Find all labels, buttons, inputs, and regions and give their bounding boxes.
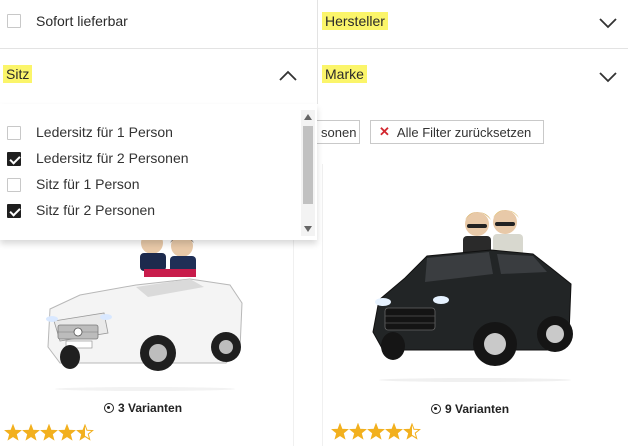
scroll-down-arrow-icon[interactable] — [304, 226, 312, 232]
sitz-option-label: Ledersitz für 1 Person — [36, 124, 173, 140]
filter-hersteller[interactable]: Hersteller — [318, 0, 628, 48]
variants-count[interactable]: 9 Varianten — [431, 402, 509, 416]
variants-label: 3 Varianten — [118, 401, 183, 415]
star-icon — [403, 423, 421, 440]
star-icon — [4, 424, 22, 441]
star-icon — [76, 424, 94, 441]
sitz-option[interactable]: Sitz für 2 Personen — [0, 200, 300, 222]
rating-stars — [4, 424, 94, 441]
chevron-down-icon[interactable] — [598, 16, 618, 30]
star-icon — [22, 424, 40, 441]
sitz-option-checkbox[interactable] — [7, 178, 21, 192]
sitz-label: Sitz — [3, 65, 33, 83]
filter-sitz[interactable]: Sitz — [0, 49, 317, 104]
sofort-lieferbar-label: Sofort lieferbar — [36, 13, 128, 29]
sitz-option-checkbox[interactable] — [7, 204, 21, 218]
star-icon — [385, 423, 403, 440]
rating-stars — [331, 423, 421, 440]
scrollbar[interactable] — [301, 110, 315, 236]
filter-sofort-lieferbar[interactable]: Sofort lieferbar — [0, 0, 317, 48]
sitz-option-checkbox[interactable] — [7, 126, 21, 140]
sitz-option-checkbox[interactable] — [7, 152, 21, 166]
sitz-option[interactable]: Ledersitz für 2 Personen — [0, 148, 300, 170]
sitz-option-label: Sitz für 2 Personen — [36, 202, 156, 218]
product-image-white-ride-on-car[interactable] — [40, 229, 250, 391]
product-separator — [322, 164, 323, 446]
sitz-option[interactable]: Sitz für 1 Person — [0, 174, 300, 196]
star-icon — [331, 423, 349, 440]
sitz-option-label: Ledersitz für 2 Personen — [36, 150, 189, 166]
sitz-option[interactable]: Ledersitz für 1 Person — [0, 122, 300, 144]
variants-count[interactable]: 3 Varianten — [104, 401, 182, 415]
filter-marke[interactable]: Marke — [318, 49, 628, 104]
product-card[interactable]: 3 Varianten — [0, 229, 290, 446]
marke-label: Marke — [322, 65, 367, 83]
reset-all-filters-label: Alle Filter zurücksetzen — [396, 124, 532, 140]
reset-all-filters-button[interactable]: ✕ Alle Filter zurücksetzen — [370, 120, 544, 144]
close-x-icon: ✕ — [379, 124, 390, 139]
star-icon — [349, 423, 367, 440]
chevron-down-icon[interactable] — [598, 70, 618, 84]
variants-label: 9 Varianten — [445, 402, 510, 416]
sitz-option-label: Sitz für 1 Person — [36, 176, 140, 192]
variants-icon — [104, 403, 114, 413]
hersteller-label: Hersteller — [322, 12, 388, 30]
star-icon — [58, 424, 76, 441]
variants-icon — [431, 404, 441, 414]
sitz-options-panel: Ledersitz für 1 Person Ledersitz für 2 P… — [0, 104, 317, 240]
star-icon — [40, 424, 58, 441]
product-image-black-ride-on-car[interactable] — [365, 204, 585, 384]
star-icon — [367, 423, 385, 440]
active-filter-chip-label: sonen — [321, 124, 357, 140]
chevron-up-icon[interactable] — [278, 69, 298, 83]
scrollbar-thumb[interactable] — [303, 126, 313, 204]
product-card[interactable]: 9 Varianten — [325, 204, 628, 446]
scroll-up-arrow-icon[interactable] — [304, 114, 312, 120]
sofort-lieferbar-checkbox[interactable] — [7, 14, 21, 28]
